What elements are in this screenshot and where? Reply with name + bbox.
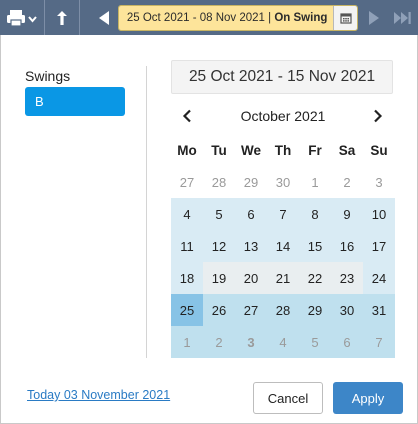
calendar-day[interactable]: 6 — [235, 198, 267, 230]
previous-period-button[interactable] — [90, 0, 118, 35]
period-selector[interactable]: 25 Oct 2021 - 08 Nov 2021 | On Swing — [117, 4, 359, 31]
chevron-down-icon — [28, 15, 37, 23]
calendar-day[interactable]: 12 — [203, 230, 235, 262]
calendar-day[interactable]: 27 — [171, 166, 203, 198]
calendar-day[interactable]: 11 — [171, 230, 203, 262]
upload-icon — [56, 10, 67, 25]
last-period-button[interactable] — [388, 0, 418, 35]
calendar-day[interactable]: 26 — [203, 294, 235, 326]
weekday-header-row: Mo Tu We Th Fr Sa Su — [171, 134, 395, 166]
printer-icon — [6, 9, 37, 27]
calendar-day[interactable]: 20 — [235, 262, 267, 294]
calendar-day[interactable]: 18 — [171, 262, 203, 294]
calendar-day[interactable]: 28 — [267, 294, 299, 326]
calendar-week-row: 27 28 29 30 1 2 3 — [171, 166, 395, 198]
selected-range-display: 25 Oct 2021 - 15 Nov 2021 — [171, 60, 393, 94]
calendar-week-row: 25 26 27 28 29 30 31 — [171, 294, 395, 326]
swing-item-b[interactable]: B — [25, 87, 125, 116]
calendar-day[interactable]: 1 — [171, 326, 203, 358]
calendar-day[interactable]: 7 — [363, 326, 395, 358]
calendar-day[interactable]: 31 — [363, 294, 395, 326]
calendar-day[interactable]: 5 — [299, 326, 331, 358]
weekday-label: Th — [274, 142, 292, 158]
calendar-button[interactable] — [333, 5, 358, 30]
period-separator: | — [264, 11, 275, 24]
print-button[interactable] — [0, 0, 44, 35]
next-period-button[interactable] — [360, 0, 388, 35]
skip-forward-icon — [394, 11, 411, 24]
calendar-week-row: 4 5 6 7 8 9 10 — [171, 198, 395, 230]
calendar-grid: Mo Tu We Th Fr Sa Su 27 28 29 30 1 2 3 4 5 6 7 8 9 10 11 12 13… — [171, 134, 395, 358]
calendar-week-row: 1234567 — [171, 326, 395, 358]
today-link[interactable]: Today 03 November 2021 — [27, 388, 170, 402]
calendar-week-row: 18 19 20 21 22 23 24 — [171, 262, 395, 294]
vertical-divider — [146, 66, 147, 358]
calendar-day[interactable]: 1 — [299, 166, 331, 198]
weekday-label: We — [240, 142, 261, 158]
calendar-day[interactable]: 5 — [203, 198, 235, 230]
calendar-day[interactable]: 7 — [267, 198, 299, 230]
calendar-day[interactable]: 29 — [299, 294, 331, 326]
chevron-left-icon — [182, 109, 191, 123]
triangle-right-icon — [369, 10, 380, 25]
calendar-day[interactable]: 30 — [331, 294, 363, 326]
calendar-day[interactable]: 24 — [363, 262, 395, 294]
previous-month-button[interactable] — [177, 106, 197, 126]
calendar-day[interactable]: 9 — [331, 198, 363, 230]
calendar-icon — [340, 12, 352, 24]
calendar-day[interactable]: 21 — [267, 262, 299, 294]
apply-button[interactable]: Apply — [333, 382, 403, 414]
toolbar: 25 Oct 2021 - 08 Nov 2021 | On Swing — [0, 0, 418, 35]
period-dates: 25 Oct 2021 - 08 Nov 2021 — [126, 11, 265, 24]
calendar-day[interactable]: 30 — [267, 166, 299, 198]
calendar-day[interactable]: 2 — [331, 166, 363, 198]
next-month-button[interactable] — [368, 106, 388, 126]
period-tag: On Swing — [274, 11, 328, 24]
calendar-day[interactable]: 2 — [203, 326, 235, 358]
swings-heading: Swings — [25, 68, 71, 84]
calendar-day[interactable]: 13 — [235, 230, 267, 262]
period-text: 25 Oct 2021 - 08 Nov 2021 | On Swing — [118, 5, 334, 30]
calendar-day[interactable]: 3 — [363, 166, 395, 198]
calendar-day[interactable]: 27 — [235, 294, 267, 326]
weekday-label: Mo — [177, 142, 197, 158]
calendar-day[interactable]: 4 — [171, 198, 203, 230]
calendar-day[interactable]: 16 — [331, 230, 363, 262]
calendar-day[interactable]: 23 — [331, 262, 363, 294]
chevron-right-icon — [374, 109, 383, 123]
calendar-day[interactable]: 28 — [203, 166, 235, 198]
calendar-day[interactable]: 8 — [299, 198, 331, 230]
month-title: October 2021 — [240, 108, 326, 124]
calendar-day[interactable]: 17 — [363, 230, 395, 262]
calendar-day[interactable]: 25 — [171, 294, 203, 326]
calendar-week-row: 11 12 13 14 15 16 17 — [171, 230, 395, 262]
calendar-day[interactable]: 15 — [299, 230, 331, 262]
weekday-label: Sa — [338, 142, 356, 158]
weekday-label: Tu — [211, 142, 227, 158]
weekday-label: Fr — [308, 142, 322, 158]
calendar-day[interactable]: 6 — [331, 326, 363, 358]
calendar-day[interactable]: 4 — [267, 326, 299, 358]
calendar-day[interactable]: 10 — [363, 198, 395, 230]
period-picker-panel: Swings B 25 Oct 2021 - 15 Nov 2021 Octob… — [0, 35, 418, 424]
calendar-day[interactable]: 22 — [299, 262, 331, 294]
weekday-label: Su — [370, 142, 388, 158]
triangle-left-icon — [98, 10, 109, 25]
calendar-day[interactable]: 29 — [235, 166, 267, 198]
calendar-day[interactable]: 3 — [235, 326, 267, 358]
cancel-button[interactable]: Cancel — [253, 382, 323, 414]
calendar-day[interactable]: 19 — [203, 262, 235, 294]
calendar-day[interactable]: 14 — [267, 230, 299, 262]
upload-button[interactable] — [43, 0, 80, 35]
